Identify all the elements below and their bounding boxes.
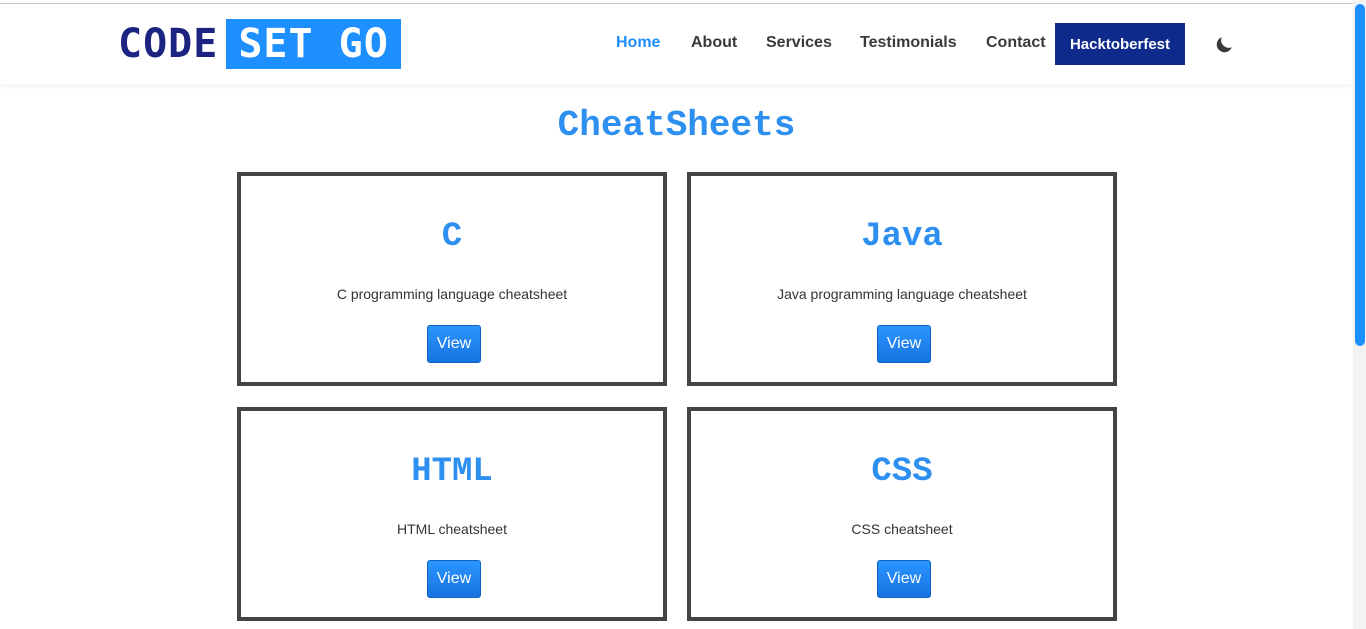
view-button[interactable]: View	[427, 560, 481, 598]
card-description: CSS cheatsheet	[851, 521, 953, 537]
card-title: C	[441, 218, 463, 256]
card-description: HTML cheatsheet	[397, 521, 507, 537]
card-title: HTML	[411, 453, 493, 491]
nav-contact-link[interactable]: Contact	[986, 34, 1046, 52]
card-title: CSS	[871, 453, 933, 491]
card-description: C programming language cheatsheet	[336, 286, 568, 302]
cheatsheet-card-java: Java Java programming language cheatshee…	[687, 172, 1117, 386]
card-description: Java programming language cheatsheet	[777, 286, 1027, 302]
cheatsheet-card-c: C C programming language cheatsheet View	[237, 172, 667, 386]
navbar: CODE SET GO Home About Services Testimon…	[0, 4, 1353, 84]
nav-testimonials-link[interactable]: Testimonials	[860, 34, 957, 52]
nav-hacktoberfest-button[interactable]: Hacktoberfest	[1055, 23, 1185, 65]
cheatsheet-card-html: HTML HTML cheatsheet View	[237, 407, 667, 621]
nav-about-link[interactable]: About	[691, 34, 737, 52]
cheatsheet-card-css: CSS CSS cheatsheet View	[687, 407, 1117, 621]
card-title: Java	[861, 218, 943, 256]
view-button[interactable]: View	[877, 560, 931, 598]
moon-icon[interactable]	[1213, 34, 1235, 56]
scrollbar-thumb[interactable]	[1355, 4, 1365, 346]
site-logo[interactable]: CODE SET GO	[118, 19, 401, 69]
nav-home-link[interactable]: Home	[616, 34, 660, 52]
view-button[interactable]: View	[427, 325, 481, 363]
page-title: CheatSheets	[557, 105, 796, 146]
logo-code-text: CODE	[118, 21, 219, 67]
view-button[interactable]: View	[877, 325, 931, 363]
nav-services-link[interactable]: Services	[766, 34, 832, 52]
logo-setgo-text: SET GO	[226, 19, 401, 69]
